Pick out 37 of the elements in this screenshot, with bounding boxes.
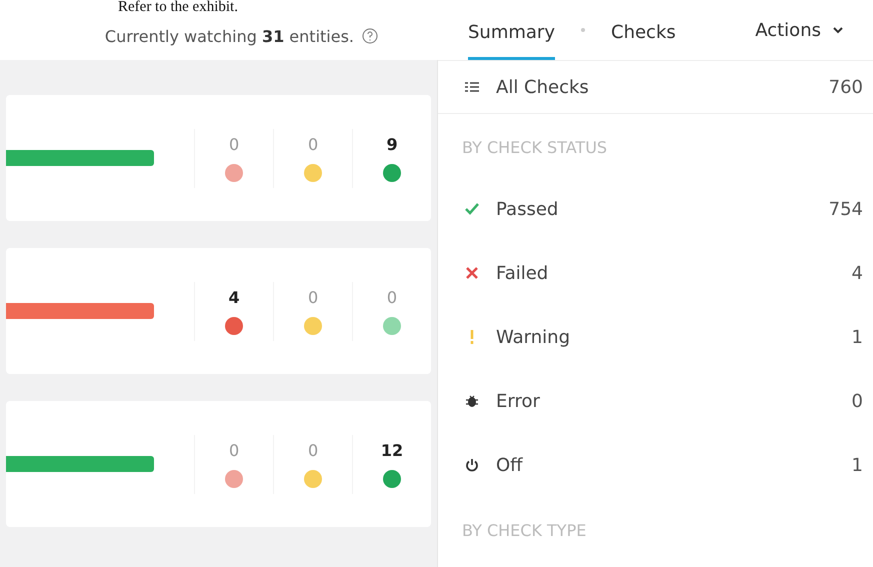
actions-menu[interactable]: Actions [755,20,843,40]
exclamation-icon [470,330,474,344]
status-label: Off [496,454,524,476]
status-count: 0 [852,390,863,412]
entities-count-text: Currently watching 31 entities. [104,26,354,46]
cross-icon [466,267,478,279]
caret-icon [833,26,843,34]
tab[interactable]: Checks [611,10,676,60]
count-text: 0 [229,134,240,154]
status-label: Error [496,390,541,412]
section-heading: BY CHECK TYPE [461,520,588,542]
count-text: 9 [386,134,398,154]
status-count: 754 [828,198,863,220]
count-text: 0 [229,440,240,460]
count-text: 0 [308,134,318,154]
status-count: 1 [852,454,863,476]
status-label: Passed [496,198,560,220]
status-label: Failed [496,262,550,284]
count-text: 0 [308,288,318,306]
count-text: 4 [228,288,240,306]
status-label: Warning [496,326,572,348]
all-checks-label: All Checks [496,76,590,98]
status-count: 4 [852,262,863,284]
check-icon [465,203,479,215]
separator-dot [581,28,585,32]
bug-icon [466,394,478,408]
list-icon [465,81,479,93]
status-count: 1 [852,326,863,348]
exhibit-caption: Refer to the exhibit. [117,0,239,12]
section-heading: BY CHECK STATUS [461,137,608,159]
count-text: 0 [386,288,398,306]
count-text: 0 [308,440,318,460]
help-icon[interactable] [362,28,378,44]
power-icon [465,458,479,472]
tab[interactable]: Summary [468,10,555,60]
all-checks-count: 760 [828,76,863,98]
count-text: 12 [380,440,404,460]
